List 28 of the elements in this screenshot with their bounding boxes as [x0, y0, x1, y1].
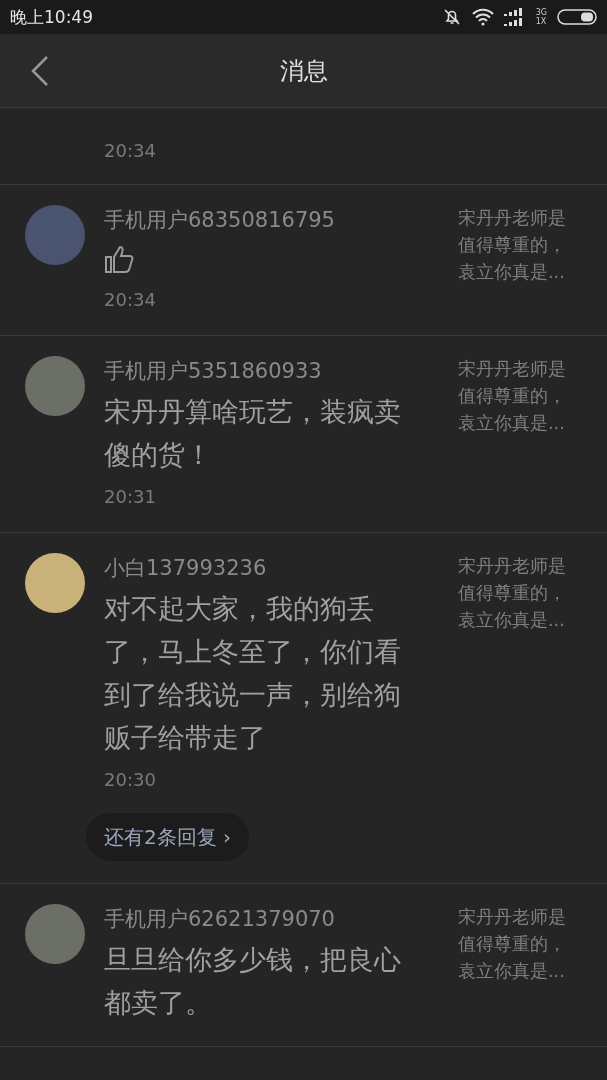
- message-time: 20:30: [104, 768, 156, 792]
- message-text: 旦旦给你多少钱，把良心都卖了。: [104, 943, 402, 1020]
- more-replies-button[interactable]: 还有2条回复 ›: [86, 813, 250, 861]
- message-time: 20:31: [104, 485, 156, 509]
- network-type: 1X: [535, 17, 547, 26]
- mute-bell-icon: [441, 7, 462, 27]
- network-type: 3G: [535, 8, 547, 17]
- battery-icon: [557, 9, 597, 25]
- user-name[interactable]: 手机用户62621379070: [104, 904, 335, 934]
- quoted-text: 宋丹丹老师是值得尊重的，袁立你真是...: [458, 555, 567, 632]
- status-time: 晚上10:49: [10, 5, 93, 29]
- message-time: 20:34: [104, 288, 156, 312]
- quoted-text: 宋丹丹老师是值得尊重的，袁立你真是...: [458, 906, 567, 983]
- avatar-placeholder[interactable]: [25, 553, 85, 613]
- message-time: 20:34: [104, 139, 156, 163]
- page-title: 消息: [279, 55, 328, 87]
- user-name[interactable]: 小白137993236: [104, 553, 267, 583]
- avatar-placeholder[interactable]: [25, 356, 85, 416]
- message-text: 宋丹丹算啥玩艺，装疯卖傻的货！: [104, 395, 402, 472]
- back-icon[interactable]: [30, 56, 50, 86]
- message-text: 对不起大家，我的狗丢了，马上冬至了，你们看到了给我说一声，别给狗贩子给带走了: [104, 592, 402, 755]
- user-name[interactable]: 手机用户68350816795: [104, 205, 335, 235]
- avatar-placeholder[interactable]: [25, 904, 85, 964]
- quoted-text: 宋丹丹老师是值得尊重的，袁立你真是...: [458, 207, 567, 284]
- wifi-icon: [471, 8, 494, 26]
- user-name[interactable]: 手机用户5351860933: [104, 356, 322, 386]
- thumbs-up-icon: [104, 243, 136, 275]
- quoted-text: 宋丹丹老师是值得尊重的，袁立你真是...: [458, 358, 567, 435]
